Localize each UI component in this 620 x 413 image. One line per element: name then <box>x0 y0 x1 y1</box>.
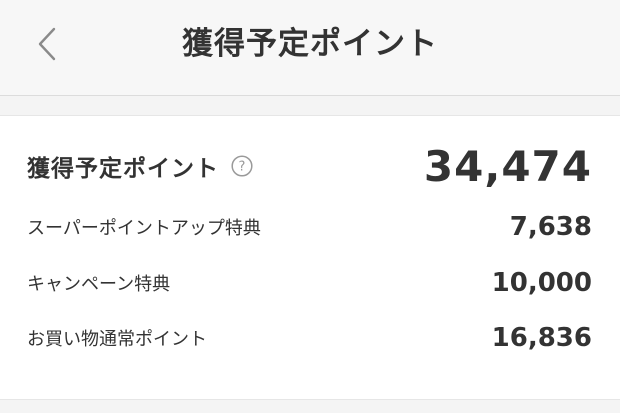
help-button[interactable]: ? <box>231 155 253 177</box>
total-points-label: 獲得予定ポイント <box>27 156 219 182</box>
breakdown-value: 10,000 <box>491 268 592 298</box>
breakdown-label: キャンペーン特典 <box>27 274 171 295</box>
breakdown-value: 7,638 <box>509 212 592 242</box>
breakdown-label: スーパーポイントアップ特典 <box>27 218 261 239</box>
breakdown-label: お買い物通常ポイント <box>27 329 207 350</box>
total-points-value: 34,474 <box>423 141 592 191</box>
breakdown-row-shopping: お買い物通常ポイント 16,836 <box>27 318 592 358</box>
breakdown-value: 16,836 <box>491 323 592 353</box>
app-header: 獲得予定ポイント <box>0 0 620 96</box>
breakdown-row-super-point-up: スーパーポイントアップ特典 7,638 <box>27 207 592 247</box>
breakdown-row-campaign: キャンペーン特典 10,000 <box>27 263 592 303</box>
total-points-label-group: 獲得予定ポイント ? <box>27 149 253 183</box>
page-title: 獲得予定ポイント <box>182 26 438 62</box>
svg-text:?: ? <box>239 160 246 175</box>
points-card: 獲得予定ポイント ? 34,474 スーパーポイントアップ特典 7,638 キャ… <box>0 115 620 400</box>
question-circle-icon: ? <box>231 155 253 177</box>
total-points-row: 獲得予定ポイント ? 34,474 <box>27 136 592 196</box>
